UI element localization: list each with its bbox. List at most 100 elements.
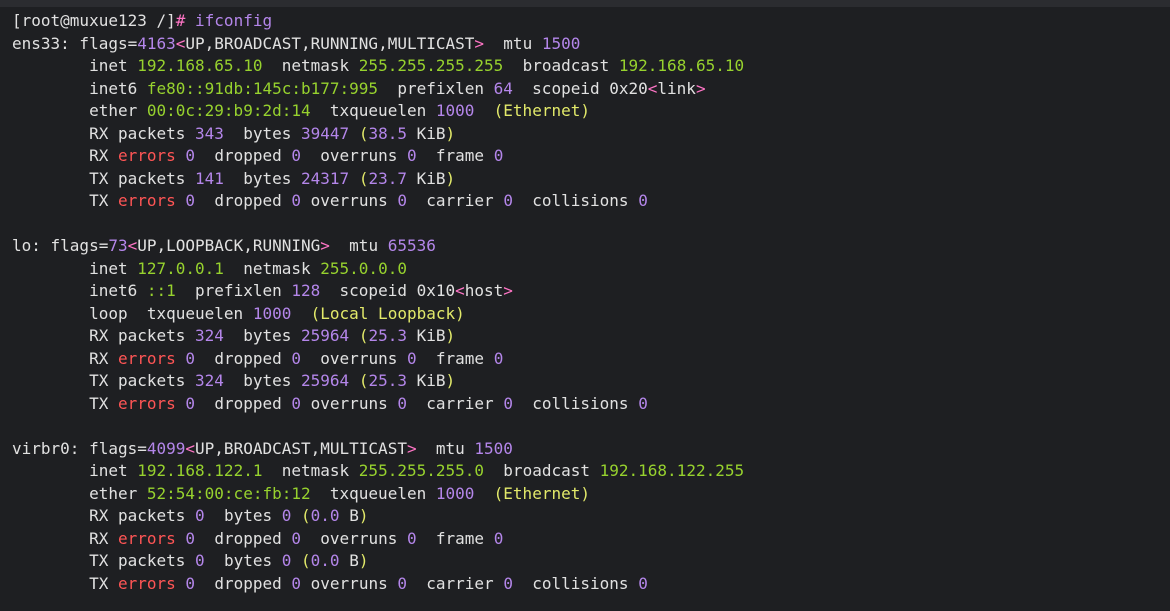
terminal-token: 0 [195, 551, 205, 570]
terminal-token: UP,BROADCAST,RUNNING,MULTICAST [185, 33, 475, 53]
terminal-token: 1500 [541, 33, 581, 53]
terminal-token: bytes [223, 371, 301, 390]
terminal-token: 1000 [252, 303, 292, 323]
terminal-token: link [657, 78, 696, 98]
terminal-token: collisions [512, 393, 639, 413]
terminal-token: carrier [406, 393, 504, 413]
terminal-token: scopeid 0x10 [320, 281, 456, 300]
terminal-token: 192.168.122.1 [137, 461, 263, 480]
terminal-token: carrier [406, 573, 504, 593]
terminal-token: ( [301, 506, 311, 525]
terminal-line: TX packets 324 bytes 25964 (25.3 KiB) [0, 370, 1170, 393]
terminal-token: TX [12, 191, 118, 210]
terminal-token: UP,LOOPBACK,RUNNING [137, 236, 321, 255]
terminal-token: 0 [185, 573, 196, 593]
terminal-token: 0.0 [310, 506, 340, 525]
terminal-output[interactable]: [root@muxue123 /]# ifconfig ens33: flags=… [0, 10, 1170, 611]
terminal-token: overruns [301, 146, 407, 165]
terminal-line: RX packets 0 bytes 0 (0.0 B) [0, 505, 1170, 528]
terminal-line: RX errors 0 dropped 0 overruns 0 frame 0 [0, 348, 1170, 371]
terminal-token: broadcast [503, 56, 619, 75]
terminal-token: TX packets [12, 168, 196, 188]
terminal-token: errors [117, 191, 176, 210]
terminal-token: 0 [185, 191, 196, 210]
terminal-token: 25964 [301, 371, 350, 390]
terminal-token: ( [358, 326, 369, 345]
terminal-token: bytes [223, 326, 301, 345]
terminal-token: TX packets [12, 371, 196, 390]
terminal-token: ::1 [146, 281, 176, 300]
terminal-token: > [503, 281, 513, 300]
terminal-token: 38.5 [368, 123, 407, 143]
terminal-token: TX packets [12, 551, 196, 570]
terminal-token: RX packets [12, 506, 196, 525]
terminal-token: netmask [223, 258, 321, 278]
terminal-line: inet6 ::1 prefixlen 128 scopeid 0x10<hos… [0, 280, 1170, 303]
terminal-token: dropped [195, 528, 292, 548]
terminal-token: 64 [493, 78, 513, 98]
terminal-token: UP,BROADCAST,MULTICAST [195, 438, 407, 458]
terminal-token: KiB [406, 168, 446, 188]
terminal-token: RX [12, 528, 118, 548]
terminal-token: ) [445, 326, 456, 345]
terminal-token: errors [117, 393, 176, 413]
terminal-token: B [339, 551, 359, 570]
terminal-token: 0 [493, 528, 504, 548]
terminal-token: dropped [195, 146, 292, 165]
terminal-token: 25964 [301, 326, 350, 345]
terminal-token: collisions [512, 191, 639, 210]
terminal-token: 0 [638, 393, 648, 413]
terminal-token: B [339, 506, 359, 525]
terminal-token: frame [416, 528, 494, 548]
terminal-token: frame [416, 348, 494, 368]
terminal-token: dropped [195, 393, 292, 413]
terminal-token: overruns [301, 528, 407, 548]
terminal-token: overruns [301, 393, 398, 413]
terminal-token: 192.168.65.10 [137, 56, 263, 75]
terminal-token: 0 [291, 393, 302, 413]
terminal-token: prefixlen [175, 281, 292, 300]
terminal-token: 4163 [137, 33, 176, 53]
terminal-line: RX packets 324 bytes 25964 (25.3 KiB) [0, 325, 1170, 348]
terminal-token: ether [12, 483, 147, 503]
terminal-token: ) [445, 371, 456, 390]
terminal-token: 4099 [146, 438, 186, 458]
terminal-token: RX [12, 146, 118, 165]
terminal-token: 0 [493, 146, 504, 165]
terminal-token: mtu [484, 33, 542, 53]
window-top-bar [0, 0, 1170, 7]
terminal-token: inet6 [12, 281, 147, 300]
terminal-token: 0 [281, 506, 292, 525]
terminal-token: overruns [301, 573, 398, 593]
terminal-token: # [175, 11, 196, 30]
terminal-token: errors [117, 348, 176, 368]
terminal-token: 73 [108, 236, 128, 255]
terminal-token: < [455, 281, 465, 300]
terminal-token: 23.7 [368, 168, 407, 188]
terminal-token: mtu [329, 236, 388, 255]
terminal-token: carrier [406, 191, 504, 210]
terminal-token: virbr0: flags= [12, 438, 147, 458]
terminal-token: (Ethernet) [493, 483, 590, 503]
terminal-token: inet [12, 56, 138, 75]
terminal-line: inet6 fe80::91db:145c:b177:995 prefixlen… [0, 78, 1170, 101]
terminal-token: host [464, 281, 504, 300]
terminal-token: KiB [406, 123, 446, 143]
terminal-line: ether 00:0c:29:b9:2d:14 txqueuelen 1000 … [0, 100, 1170, 123]
terminal-token: mtu [416, 438, 475, 458]
terminal-token: frame [416, 146, 494, 165]
terminal-token: loop txqueuelen [12, 303, 253, 323]
terminal-token: RX [12, 348, 118, 368]
terminal-line: TX errors 0 dropped 0 overruns 0 carrier… [0, 393, 1170, 416]
terminal-token: dropped [195, 348, 292, 368]
terminal-token: RX packets [12, 123, 196, 143]
terminal-token: > [695, 78, 706, 98]
terminal-token: 1500 [474, 438, 513, 458]
